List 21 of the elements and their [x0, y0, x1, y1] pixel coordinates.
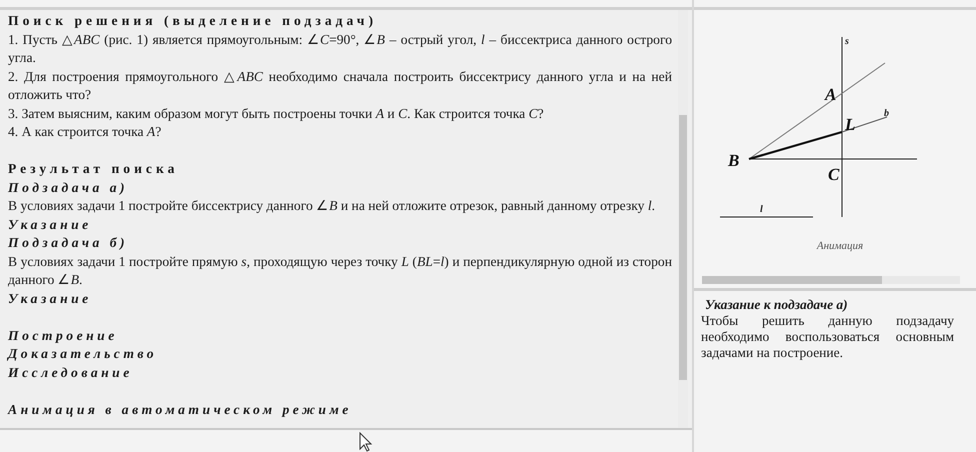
- subsection-link[interactable]: Подзадача а): [8, 178, 672, 197]
- paragraph: 2. Для построения прямоугольного △ABC необходимо сначала построить биссектрису данного угла и на ней отложить что?: [8, 68, 672, 104]
- section-heading: Результат поиска: [8, 160, 180, 178]
- subsection-link[interactable]: Исследование: [8, 364, 672, 382]
- hint-text: Чтобы решить данную подзадачу необходимо воспользоваться основным задачами на построение.: [701, 313, 954, 361]
- geometry-drawing: s A L b B C l: [694, 10, 964, 235]
- subsection-link[interactable]: Указание: [8, 290, 672, 308]
- animation-link[interactable]: Анимация: [816, 240, 864, 252]
- paragraph: 3. Затем выясним, каким образом могут быть построены точки A и C. Как строится точка C?: [8, 104, 545, 123]
- section-heading: Поиск решения (выделение подзадач): [8, 12, 378, 30]
- subsection-link[interactable]: Указание: [8, 216, 672, 234]
- paragraph: В условиях задачи 1 постройте биссектрису данного ∠B и на ней отложите отрезок, равный данному отрезку l.: [8, 197, 656, 215]
- subsection-link[interactable]: Доказательство: [8, 345, 672, 364]
- paragraph: 4. А как строится точка A?: [8, 123, 162, 141]
- subsection-link[interactable]: Анимация в автоматическом режиме: [8, 400, 672, 419]
- paragraph: 1. Пусть △ABC (рис. 1) является прямоугольным: ∠C=90°, ∠B – острый угол, l – биссектриса данного острого угла.: [8, 30, 672, 67]
- subsection-link[interactable]: Построение: [8, 326, 672, 345]
- subsection-link[interactable]: Подзадача б): [8, 234, 672, 252]
- paragraph: В условиях задачи 1 постройте прямую s, проходящую через точку L (BL=l) и перпендикулярную одной из сторон данного ∠B.: [8, 252, 672, 289]
- hint-title: Указание к подзадаче а): [704, 297, 849, 313]
- scrollbar[interactable]: [702, 276, 960, 284]
